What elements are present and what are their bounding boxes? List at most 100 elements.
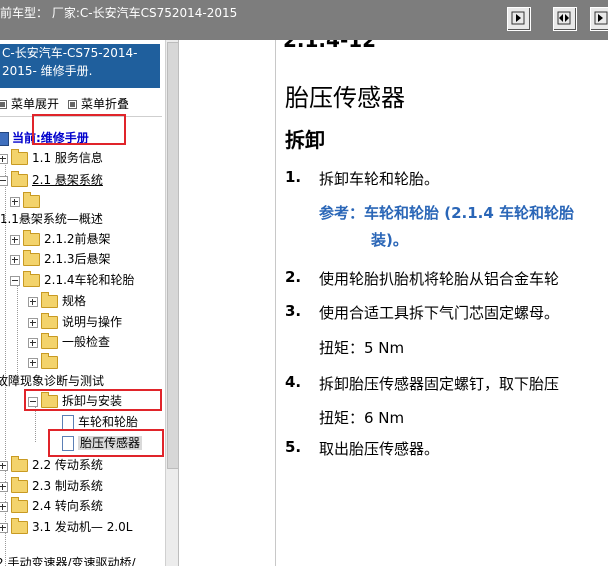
document-icon [62,415,74,430]
tree-label: 2 手动变速器/变速驱动桥/ [0,556,136,566]
tree-label: 2.1.3后悬架 [44,252,111,266]
page-title: 胎压传感器 [285,84,405,112]
menu-expand-label: 菜单展开 [11,97,60,111]
highlight-box [32,114,126,145]
tree-item-rear-suspension[interactable]: 2.1.3后悬架 [10,250,111,268]
menu-expand-button[interactable]: 菜单展开 [0,95,59,112]
folder-icon [11,497,28,513]
tree-label: 车轮和轮胎 [78,415,139,429]
tree-item-steering[interactable]: 2.4 转向系统 [0,497,103,515]
nav-first-button[interactable] [507,7,531,31]
book-title: C-长安汽车-CS75-2014- 2015- 维修手册. [0,44,160,88]
tree-item-suspension[interactable]: 2.1 悬架系统 [0,171,103,189]
folder-icon [11,171,28,187]
tree-label: 2.1.4车轮和轮胎 [44,273,135,287]
nav-first-icon [511,11,525,25]
document-pane: 2.1.4-12 胎压传感器 拆卸 1. 拆卸车轮和轮胎。 参考：车轮和轮胎 (… [179,40,608,566]
expand-icon [28,296,38,307]
scrollbar-thumb[interactable] [167,42,178,469]
book-title-line1: C-长安汽车-CS75-2014- [2,46,138,60]
tree-label: 2.3 制动系统 [32,479,103,493]
tree-label: 说明与操作 [62,315,123,329]
tree-label: 一般检查 [62,335,111,349]
collapse-icon [68,100,77,109]
section-id: 2.1.4-12 [283,40,377,52]
reference-link-cont[interactable]: 装)。 [371,229,408,250]
step-text: 拆卸胎压传感器固定螺钉，取下胎压 [319,375,560,393]
collapse-icon [0,175,8,186]
tree-label: .1.1悬架系统—概述 [0,212,103,226]
tree-label: 3.1 发动机— 2.0L [32,520,133,534]
tree-scrollbar[interactable] [165,40,178,566]
tree-item-manual-trans[interactable]: 2 手动变速器/变速驱动桥/ [0,554,136,566]
tree-item-service-info[interactable]: 1.1 服务信息 [0,149,103,167]
folder-icon [41,313,58,329]
section-subtitle: 拆卸 [285,128,325,152]
nav-next-button[interactable] [590,7,608,31]
menu-collapse-button[interactable]: 菜单折叠 [68,95,129,112]
tree-item-brake[interactable]: 2.3 制动系统 [0,477,103,495]
tree-label: 故障现象诊断与测试 [0,374,105,388]
document-margin-line [275,40,276,566]
expand-icon [0,522,8,533]
tree-item-front-suspension[interactable]: 2.1.2前悬架 [10,230,111,248]
step-number: 3. [285,302,302,320]
folder-icon [11,456,28,472]
menu-collapse-label: 菜单折叠 [81,97,130,111]
expand-icon [0,460,8,471]
tree-item-wheels-tires[interactable]: 2.1.4车轮和轮胎 [10,271,135,289]
tree-item-diagnosis[interactable]: 故障现象诊断与测试 [0,372,104,390]
nav-double-button[interactable] [553,7,577,31]
nav-next-icon [594,11,608,25]
step-text: 取出胎压传感器。 [319,440,440,458]
vehicle-title: 前车型： 厂家:C-长安汽车CS752014-2015 [0,6,238,20]
expand-icon [28,317,38,328]
tree-item-general-check[interactable]: 一般检查 [28,333,110,351]
tree-label: 2.1.2前悬架 [44,232,111,246]
step-number: 2. [285,268,302,286]
title-bar: 前车型： 厂家:C-长安汽车CS752014-2015 [0,0,608,40]
folder-icon [11,518,28,534]
tree-item-specs[interactable]: 规格 [28,292,86,310]
book-title-line2: 2015- 维修手册. [2,64,93,78]
expand-icon [0,481,8,492]
tree-label: 1.1 服务信息 [32,151,103,165]
folder-icon [41,292,58,308]
torque-value: 扭矩：6 Nm [319,409,405,427]
folder-icon [11,149,28,165]
expand-icon [10,254,20,265]
tree-label: 规格 [62,294,87,308]
reference-link[interactable]: 参考：车轮和轮胎 (2.1.4 车轮和轮胎 [319,202,574,223]
tree-item-desc-ops[interactable]: 说明与操作 [28,313,122,331]
step-number: 1. [285,168,302,186]
step-text: 使用轮胎扒胎机将轮胎从铝合金车轮 [319,270,560,288]
expand-icon [28,357,38,368]
tree-label: 2.4 转向系统 [32,499,103,513]
highlight-box [48,429,164,457]
step-number: 4. [285,373,302,391]
folder-icon [11,477,28,493]
navigation-panel: C-长安汽车-CS75-2014- 2015- 维修手册. 菜单展开 菜单折叠 … [0,40,179,566]
highlight-box [24,389,162,411]
expand-icon [28,337,38,348]
folder-icon [23,230,40,246]
expand-icon [0,100,7,109]
folder-icon [23,271,40,287]
torque-value: 扭矩：5 Nm [319,339,405,357]
expand-icon [10,234,20,245]
tree-item-unnamed-2[interactable] [28,353,62,371]
expand-icon [10,196,20,207]
folder-icon [41,353,58,369]
tree-label: 2.2 传动系统 [32,458,103,472]
nav-double-icon [557,11,571,25]
expand-icon [0,501,8,512]
folder-icon [23,250,40,266]
tree-item-driveline[interactable]: 2.2 传动系统 [0,456,103,474]
tree-item-suspension-overview[interactable]: .1.1悬架系统—概述 [0,210,103,228]
tree-guide [17,283,18,383]
tree-item-unnamed-1[interactable] [10,192,44,210]
tree-item-engine[interactable]: 3.1 发动机— 2.0L [0,518,132,536]
step-text: 使用合适工具拆下气门芯固定螺母。 [319,304,560,322]
collapse-icon [10,275,20,286]
folder-icon [23,192,40,208]
